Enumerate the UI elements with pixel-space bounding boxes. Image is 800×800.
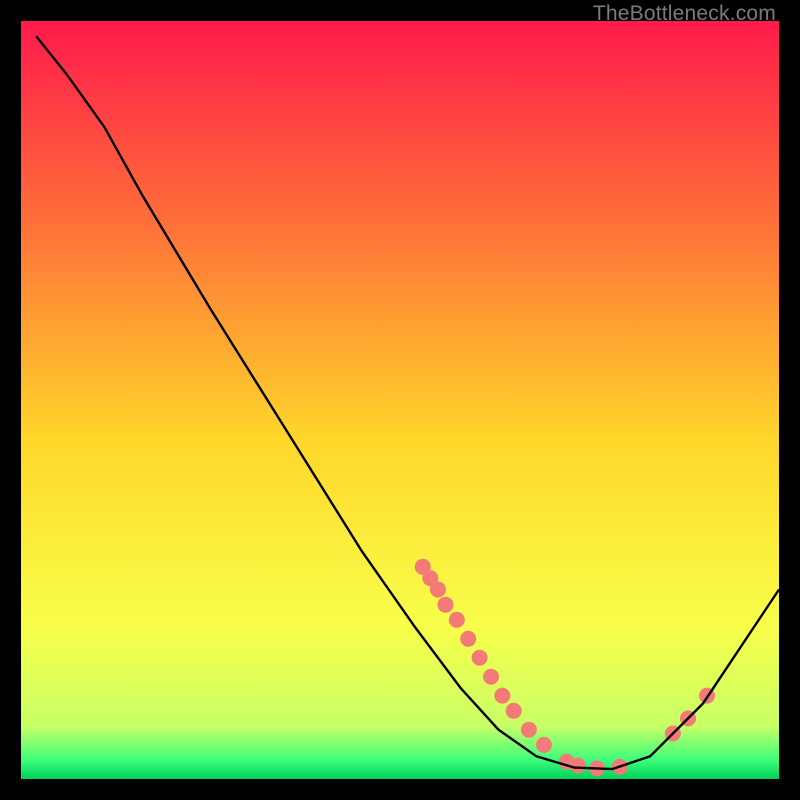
marker-dot	[570, 757, 586, 773]
marker-dot	[438, 597, 454, 613]
marker-dot	[460, 631, 476, 647]
marker-dot	[483, 669, 499, 685]
marker-dot	[506, 703, 522, 719]
watermark-text: TheBottleneck.com	[593, 2, 776, 26]
marker-dot	[430, 582, 446, 598]
marker-dot	[449, 612, 465, 628]
marker-dot	[494, 688, 510, 704]
marker-dot	[472, 650, 488, 666]
chart-frame	[21, 21, 779, 779]
gradient-background	[21, 21, 779, 779]
marker-dot	[521, 722, 537, 738]
marker-dot	[536, 737, 552, 753]
chart-svg	[21, 21, 779, 779]
